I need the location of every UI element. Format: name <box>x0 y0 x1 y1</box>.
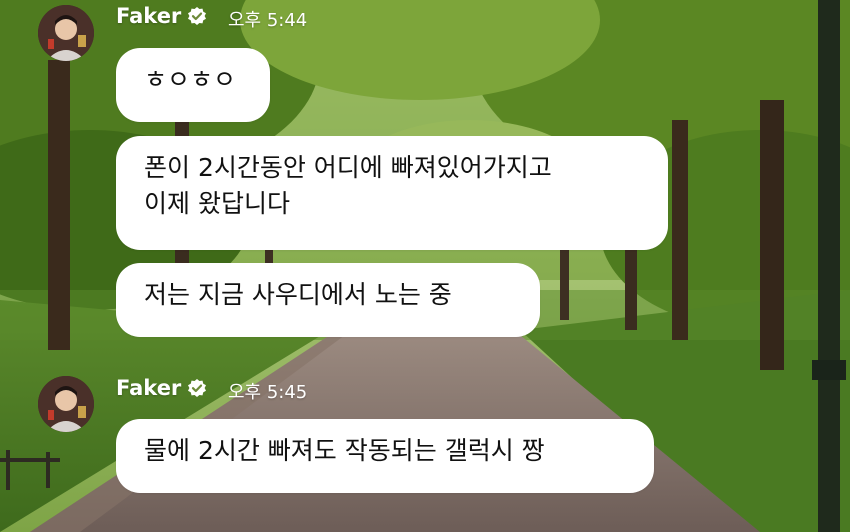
message-time: 오후 5:45 <box>228 382 308 403</box>
message-text: 이제 왔답니다 <box>144 189 290 218</box>
sender-avatar[interactable] <box>38 376 94 432</box>
message-bubble[interactable]: 폰이 2시간동안 어디에 빠져있어가지고 이제 왔답니다 <box>116 136 668 250</box>
message-text: 폰이 2시간동안 어디에 빠져있어가지고 <box>144 153 552 182</box>
sender-avatar[interactable] <box>38 5 94 61</box>
message-bubble[interactable]: 저는 지금 사우디에서 노는 중 <box>116 263 540 337</box>
verified-check-icon <box>187 378 207 398</box>
message-bubble[interactable]: 물에 2시간 빠져도 작동되는 갤럭시 짱 <box>116 419 654 493</box>
sender-name: Faker <box>116 4 207 28</box>
message-text: 물에 2시간 빠져도 작동되는 갤럭시 짱 <box>144 436 545 465</box>
sender-name: Faker <box>116 376 207 400</box>
message-time: 오후 5:44 <box>228 10 308 31</box>
sender-name-text: Faker <box>116 376 182 400</box>
message-text: 저는 지금 사우디에서 노는 중 <box>144 280 452 309</box>
message-text: ㅎㅇㅎㅇ <box>144 65 237 94</box>
verified-check-icon <box>187 6 207 26</box>
sender-name-text: Faker <box>116 4 182 28</box>
message-bubble[interactable]: ㅎㅇㅎㅇ <box>116 48 270 122</box>
